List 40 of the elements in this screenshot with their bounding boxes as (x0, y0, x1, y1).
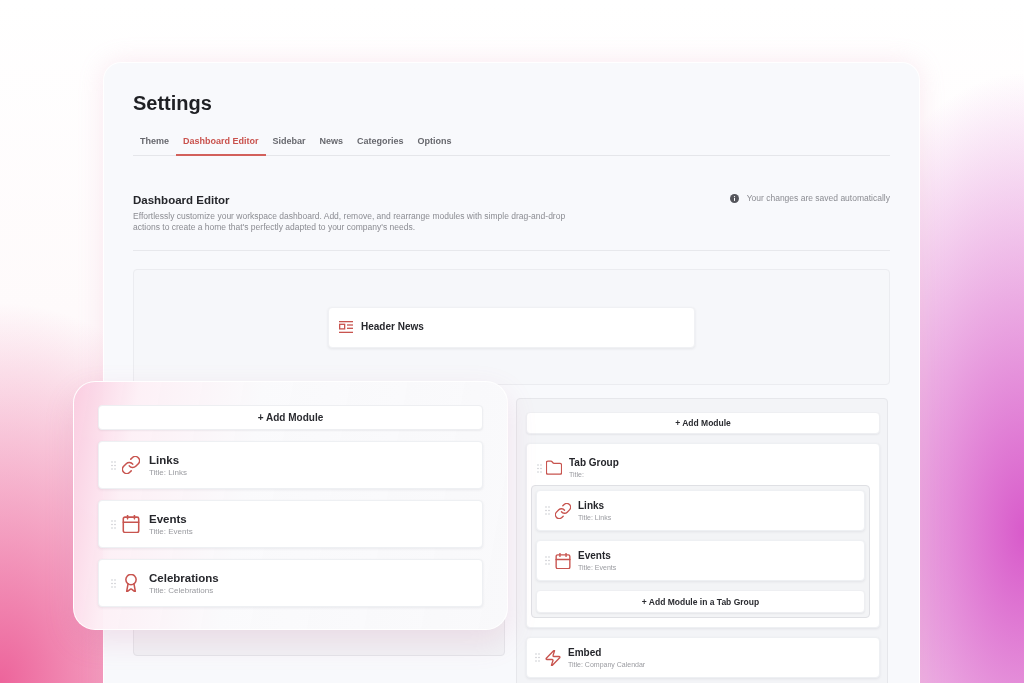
section-title: Dashboard Editor (133, 193, 230, 207)
module-subtitle: Title: Events (149, 526, 193, 537)
calendar-icon (122, 515, 140, 533)
module-title: Links (578, 499, 605, 512)
module-subtitle: Title: Links (149, 467, 187, 478)
drag-handle-icon[interactable] (111, 460, 116, 470)
window-title: Settings (133, 91, 212, 115)
chain-link-icon (555, 502, 571, 519)
lightning-bolt-icon (545, 649, 561, 666)
tab[interactable]: Sidebar (265, 132, 313, 156)
chain-link-icon (122, 456, 140, 474)
section-description: Effortlessly customize your workspace dashboard. Add, remove, and rearrange modules with simple drag-and-drop actions to create a home that's perfectly adapted to your company's needs. (133, 211, 567, 233)
info-icon (729, 194, 739, 203)
drag-handle-icon[interactable] (111, 578, 116, 588)
autosave-notice: Your changes are saved automatically (746, 193, 890, 204)
drag-handle-icon[interactable] (545, 506, 550, 515)
award-ribbon-icon (122, 574, 140, 592)
tab[interactable]: Categories (350, 132, 411, 156)
module-subtitle: Title: Celebrations (149, 585, 214, 596)
drag-handle-icon[interactable] (537, 463, 542, 473)
drag-handle-icon[interactable] (111, 519, 116, 529)
module-title: Celebrations (149, 570, 219, 585)
calendar-icon (555, 552, 571, 569)
folder-icon (546, 460, 562, 476)
drag-handle-icon[interactable] (545, 556, 550, 565)
add-module-button[interactable]: + Add Module in a Tab Group (536, 590, 865, 613)
module-title: Header News (361, 321, 424, 333)
newspaper-icon (339, 321, 353, 333)
module-title: Embed (568, 646, 602, 659)
tab[interactable]: News (312, 132, 351, 156)
module-title: Tab Group (569, 457, 619, 469)
module-title: Events (149, 511, 187, 526)
tab[interactable]: Options (410, 132, 459, 156)
module-title: Events (578, 549, 611, 562)
drag-handle-icon[interactable] (535, 653, 540, 662)
add-module-button[interactable]: + Add Module (526, 412, 880, 434)
tab[interactable]: Theme (133, 132, 176, 156)
tab[interactable]: Dashboard Editor (176, 132, 266, 156)
module-title: Links (149, 452, 180, 467)
add-module-button[interactable]: + Add Module (98, 405, 483, 430)
